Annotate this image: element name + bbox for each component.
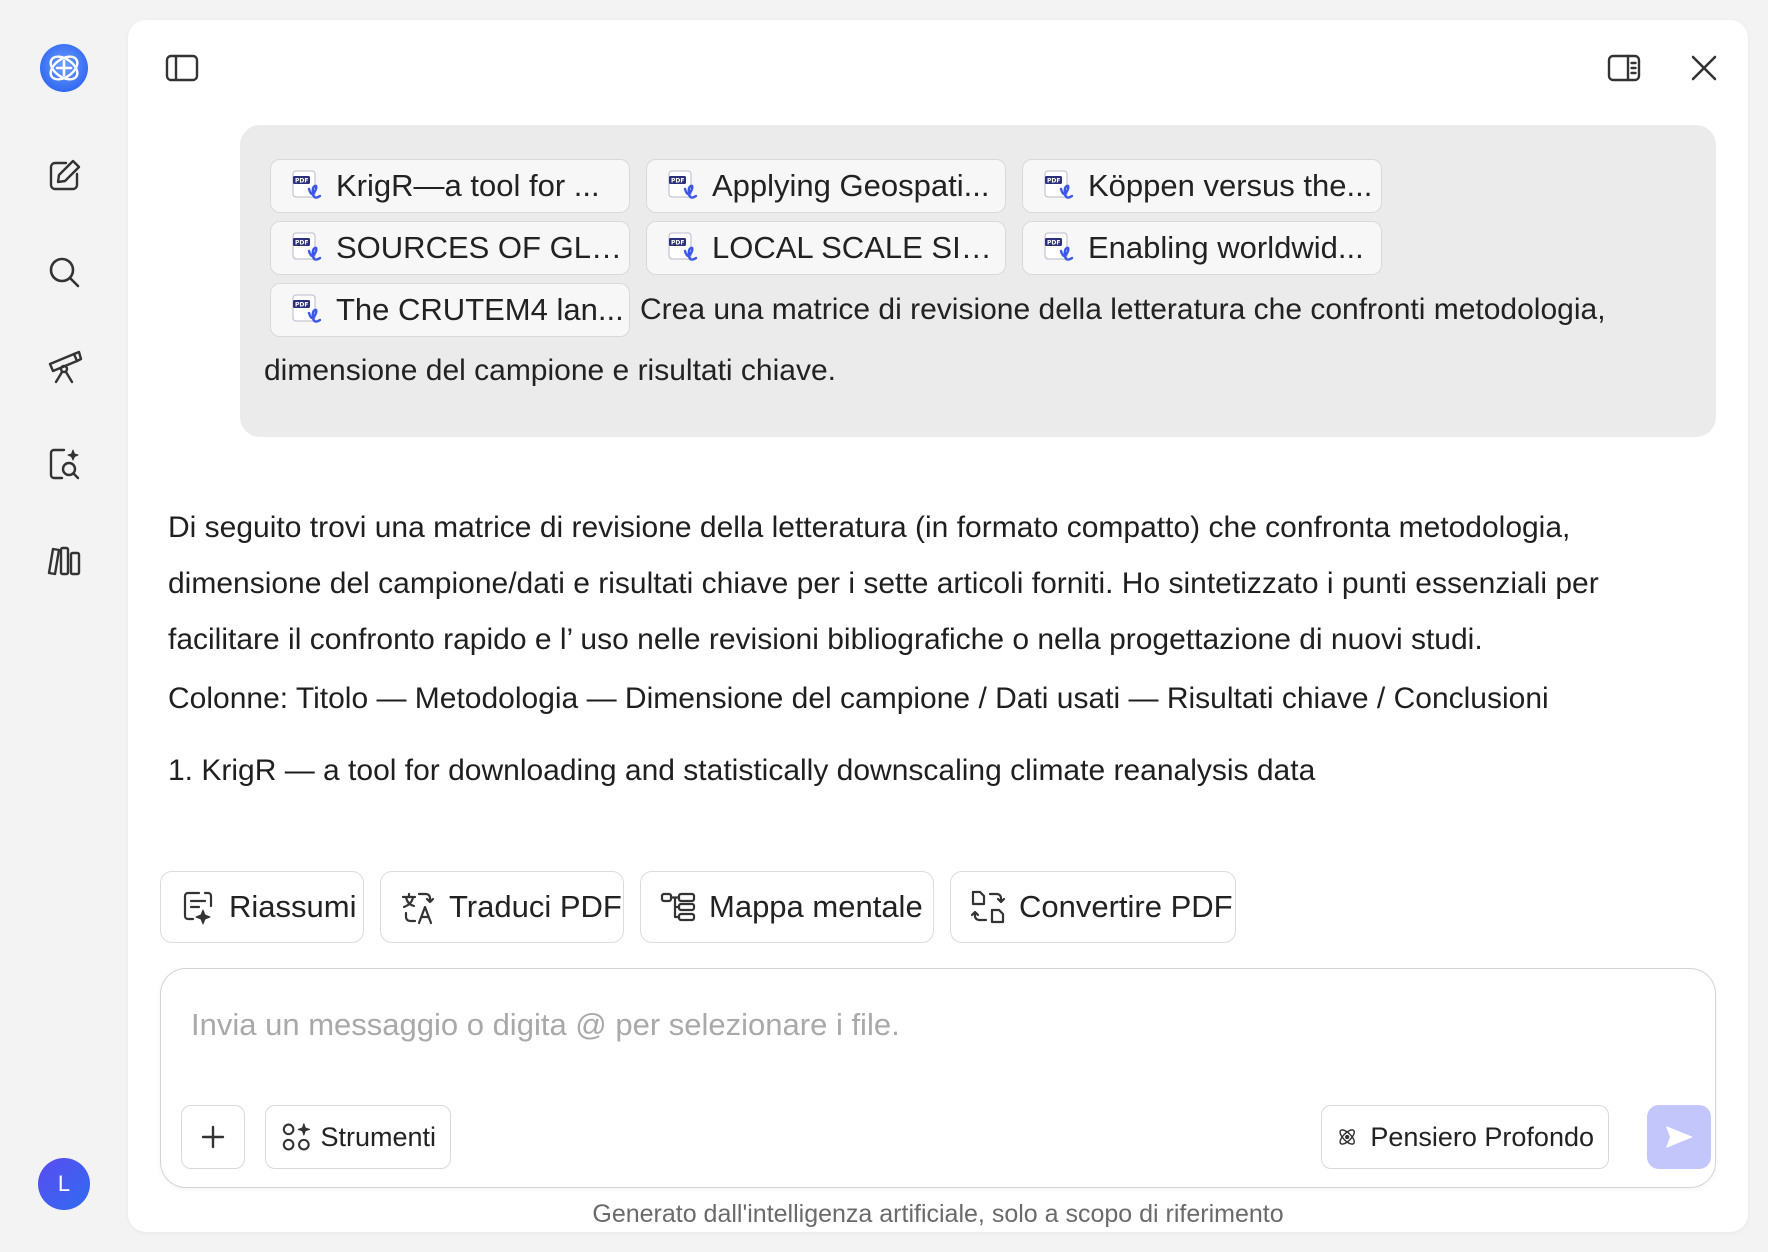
telescope-research-icon[interactable] [40, 342, 88, 390]
tools-label: Strumenti [320, 1121, 436, 1152]
svg-text:PDF: PDF [295, 178, 308, 185]
svg-text:PDF: PDF [295, 302, 308, 309]
assistant-answer-item-1: 1. KrigR — a tool for downloading and st… [168, 754, 1316, 787]
tools-button[interactable]: Strumenti [265, 1105, 451, 1169]
split-view-icon[interactable] [1600, 44, 1648, 92]
plus-icon [201, 1125, 225, 1149]
library-books-icon[interactable] [40, 536, 88, 584]
summarize-icon [183, 891, 213, 925]
svg-text:PDF: PDF [671, 178, 684, 185]
message-composer: Strumenti Pensiero Profondo [160, 968, 1716, 1188]
deep-think-label: Pensiero Profondo [1370, 1121, 1594, 1152]
attachment-name: SOURCES OF GLO... [336, 230, 629, 265]
summarize-label: Riassumi [229, 889, 357, 924]
translate-pdf-button[interactable]: Traduci PDF [380, 871, 624, 943]
user-avatar[interactable]: L [38, 1158, 90, 1210]
app-logo-icon[interactable] [38, 42, 90, 94]
pdf-file-icon: PDF [292, 170, 322, 199]
search-icon[interactable] [40, 248, 88, 296]
atom-icon [1339, 1129, 1355, 1145]
assistant-answer-columns: Colonne: Titolo — Metodologia — Dimensio… [168, 682, 1549, 715]
user-message-bubble: PDF KrigR—a tool for ... PDF Applying Ge… [240, 125, 1716, 437]
close-icon[interactable] [1680, 44, 1728, 92]
tools-grid-icon [282, 1123, 311, 1151]
message-input[interactable] [191, 999, 1671, 1051]
ai-disclaimer: Generato dall'intelligenza artificiale, … [592, 1200, 1284, 1228]
left-rail: L [0, 0, 128, 1252]
send-button[interactable] [1647, 1105, 1711, 1169]
chat-panel: PDF KrigR—a tool for ... PDF Applying Ge… [128, 20, 1748, 1232]
mind-map-label: Mappa mentale [709, 889, 923, 924]
attachment-name: The CRUTEM4 lan... [336, 292, 624, 327]
svg-text:PDF: PDF [671, 240, 684, 247]
svg-text:PDF: PDF [295, 240, 308, 247]
svg-text:PDF: PDF [1047, 178, 1060, 185]
convert-pdf-label: Convertire PDF [1019, 889, 1233, 924]
attachment-name: Köppen versus the... [1088, 168, 1373, 203]
pdf-file-icon: PDF [668, 232, 698, 261]
svg-text:PDF: PDF [1047, 240, 1060, 247]
new-chat-edit-icon[interactable] [40, 152, 88, 200]
send-icon [1666, 1126, 1693, 1148]
mind-map-button[interactable]: Mappa mentale [640, 871, 934, 943]
attachment-name: KrigR—a tool for ... [336, 168, 600, 203]
attachment-chip[interactable]: PDF The CRUTEM4 lan... [270, 283, 630, 337]
user-message-text-line2: dimensione del campione e risultati chia… [264, 354, 836, 387]
convert-pdf-button[interactable]: Convertire PDF [950, 871, 1236, 943]
attachment-chip[interactable]: PDF Enabling worldwid... [1022, 221, 1382, 275]
toggle-sidebar-icon[interactable] [158, 44, 206, 92]
attachment-chip[interactable]: PDF LOCAL SCALE SIM... [646, 221, 1006, 275]
attachment-chip[interactable]: PDF KrigR—a tool for ... [270, 159, 630, 213]
pdf-file-icon: PDF [1044, 232, 1074, 261]
attachment-chip[interactable]: PDF Köppen versus the... [1022, 159, 1382, 213]
add-attachment-button[interactable] [181, 1105, 245, 1169]
deep-think-button[interactable]: Pensiero Profondo [1321, 1105, 1609, 1169]
pdf-file-icon: PDF [1044, 170, 1074, 199]
mind-map-icon [660, 892, 696, 922]
translate-icon [401, 892, 435, 925]
attachment-name: LOCAL SCALE SIM... [712, 230, 1005, 265]
attachment-name: Applying Geospati... [712, 168, 990, 203]
assistant-answer-intro: Di seguito trovi una matrice di revision… [168, 511, 1599, 656]
ai-document-search-icon[interactable] [40, 440, 88, 488]
pdf-file-icon: PDF [292, 232, 322, 261]
pdf-file-icon: PDF [668, 170, 698, 199]
avatar-letter: L [57, 1171, 71, 1196]
user-message-text-line1: Crea una matrice di revisione della lett… [640, 293, 1606, 326]
summarize-button[interactable]: Riassumi [160, 871, 364, 943]
pdf-file-icon: PDF [292, 294, 322, 323]
attachment-chip[interactable]: PDF Applying Geospati... [646, 159, 1006, 213]
attachment-name: Enabling worldwid... [1088, 230, 1364, 265]
translate-pdf-label: Traduci PDF [449, 889, 622, 924]
convert-icon [970, 890, 1006, 924]
attachment-chip[interactable]: PDF SOURCES OF GLO... [270, 221, 630, 275]
